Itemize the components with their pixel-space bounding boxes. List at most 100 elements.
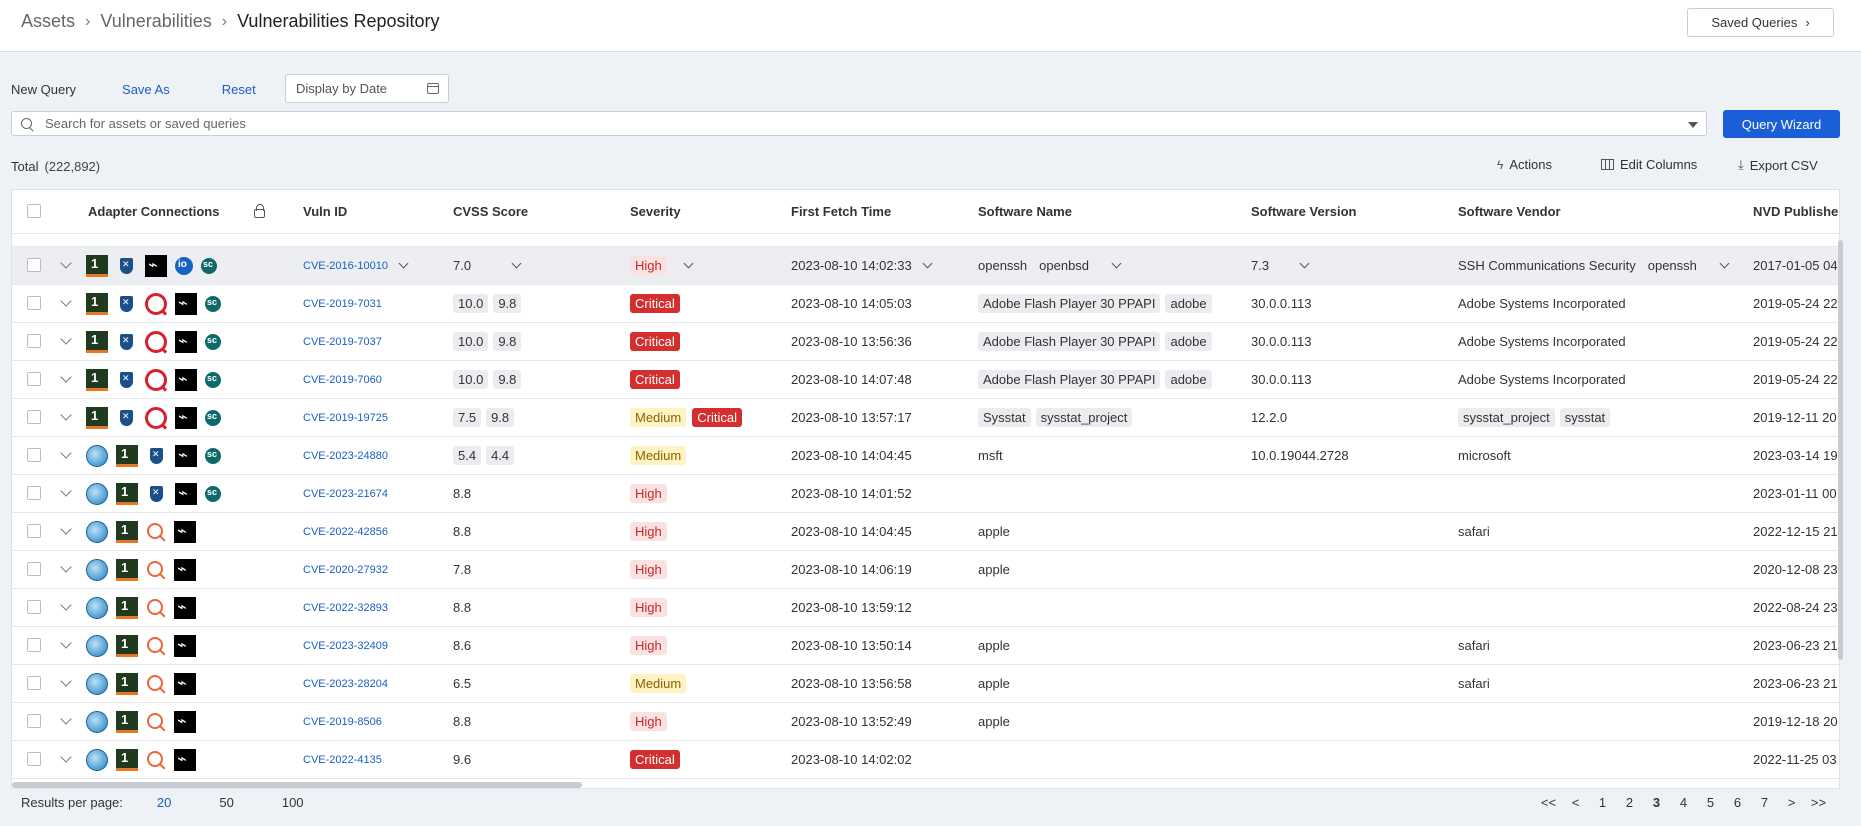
column-header-first-fetch-time[interactable]: First Fetch Time <box>791 204 891 219</box>
breadcrumb-vulnerabilities[interactable]: Vulnerabilities <box>100 11 211 32</box>
horizontal-scrollbar[interactable] <box>12 782 582 788</box>
vuln-id-link[interactable]: CVE-2023-28204 <box>303 678 388 690</box>
column-header-nvd-published[interactable]: NVD Publishe <box>1753 204 1838 219</box>
vuln-id-link[interactable]: CVE-2022-42856 <box>303 526 388 538</box>
edit-columns-button[interactable]: Edit Columns <box>1601 157 1697 172</box>
table-row[interactable]: globe-icon hdr-icon search-adapter-icon bla… <box>12 551 1839 589</box>
pager-item[interactable]: < <box>1562 795 1589 810</box>
expand-row-icon[interactable] <box>60 409 72 421</box>
table-row[interactable]: globe-icon hdr-icon search-adapter-icon bla… <box>12 741 1839 779</box>
column-header-cvss-score[interactable]: CVSS Score <box>453 204 528 219</box>
chevron-down-icon[interactable] <box>1299 258 1310 269</box>
column-header-vuln-id[interactable]: Vuln ID <box>303 204 347 219</box>
table-row[interactable]: hdr-icon shield-icon qualys-icon black-adap… <box>12 399 1839 437</box>
row-checkbox[interactable] <box>27 486 41 500</box>
chevron-down-icon[interactable] <box>922 258 933 269</box>
row-checkbox[interactable] <box>27 448 41 462</box>
column-header-software-version[interactable]: Software Version <box>1251 204 1356 219</box>
new-query-button[interactable]: New Query <box>11 82 76 97</box>
row-checkbox[interactable] <box>27 524 41 538</box>
table-row[interactable]: globe-icon hdr-icon search-adapter-icon bla… <box>12 589 1839 627</box>
row-checkbox[interactable] <box>27 410 41 424</box>
expand-row-icon[interactable] <box>60 599 72 611</box>
expand-row-icon[interactable] <box>60 447 72 459</box>
row-checkbox[interactable] <box>27 638 41 652</box>
row-checkbox[interactable] <box>27 258 41 272</box>
row-checkbox[interactable] <box>27 334 41 348</box>
row-checkbox[interactable] <box>27 714 41 728</box>
vuln-id-link[interactable]: CVE-2016-10010 <box>303 260 388 272</box>
vuln-id-link[interactable]: CVE-2019-8506 <box>303 716 382 728</box>
export-csv-button[interactable]: ⤓ Export CSV <box>1738 157 1818 173</box>
row-checkbox[interactable] <box>27 752 41 766</box>
column-header-adapter-connections[interactable]: Adapter Connections <box>88 204 219 219</box>
vuln-id-link[interactable]: CVE-2022-4135 <box>303 754 382 766</box>
row-checkbox[interactable] <box>27 296 41 310</box>
table-row[interactable]: globe-icon hdr-icon shield-icon black-adapt… <box>12 437 1839 475</box>
table-row[interactable]: globe-icon hdr-icon search-adapter-icon bla… <box>12 703 1839 741</box>
chevron-down-icon[interactable] <box>398 258 409 269</box>
expand-row-icon[interactable] <box>60 371 72 383</box>
expand-row-icon[interactable] <box>60 295 72 307</box>
select-all-checkbox[interactable] <box>27 204 41 218</box>
expand-row-icon[interactable] <box>60 561 72 573</box>
row-checkbox[interactable] <box>27 600 41 614</box>
saved-queries-button[interactable]: Saved Queries › <box>1687 8 1834 37</box>
expand-row-icon[interactable] <box>60 333 72 345</box>
pager-item[interactable]: << <box>1535 795 1562 810</box>
chevron-down-icon[interactable] <box>683 258 694 269</box>
vuln-id-link[interactable]: CVE-2022-32893 <box>303 602 388 614</box>
save-as-button[interactable]: Save As <box>122 82 170 97</box>
row-checkbox[interactable] <box>27 372 41 386</box>
vuln-id-link[interactable]: CVE-2023-21674 <box>303 488 388 500</box>
table-row[interactable]: hdr-icon shield-icon qualys-icon black-adap… <box>12 361 1839 399</box>
vuln-id-link[interactable]: CVE-2019-7037 <box>303 336 382 348</box>
table-row[interactable]: globe-icon hdr-icon search-adapter-icon bla… <box>12 627 1839 665</box>
expand-row-icon[interactable] <box>60 751 72 763</box>
column-header-software-name[interactable]: Software Name <box>978 204 1072 219</box>
table-row[interactable]: hdr-icon shield-icon black-adapter-icon io-… <box>12 247 1839 285</box>
vuln-id-link[interactable]: CVE-2020-27932 <box>303 564 388 576</box>
table-row[interactable]: hdr-icon shield-icon qualys-icon black-adap… <box>12 285 1839 323</box>
pager-item[interactable]: 5 <box>1697 795 1724 810</box>
column-header-software-vendor[interactable]: Software Vendor <box>1458 204 1561 219</box>
pager-item[interactable]: 7 <box>1751 795 1778 810</box>
chevron-down-icon[interactable] <box>1719 258 1730 269</box>
pager-item[interactable]: 4 <box>1670 795 1697 810</box>
table-row[interactable]: hdr-icon shield-icon qualys-icon black-adap… <box>12 323 1839 361</box>
pager-item[interactable]: > <box>1778 795 1805 810</box>
actions-button[interactable]: ϟ Actions <box>1497 157 1552 172</box>
expand-row-icon[interactable] <box>60 523 72 535</box>
date-picker[interactable]: Display by Date <box>285 74 449 103</box>
table-row[interactable]: globe-icon hdr-icon search-adapter-icon bla… <box>12 513 1839 551</box>
expand-row-icon[interactable] <box>60 257 72 269</box>
search-input[interactable] <box>45 116 1645 131</box>
table-row[interactable]: globe-icon hdr-icon shield-icon black-adapt… <box>12 475 1839 513</box>
pager-item[interactable]: 2 <box>1616 795 1643 810</box>
expand-row-icon[interactable] <box>60 675 72 687</box>
pager-item[interactable]: >> <box>1805 795 1832 810</box>
chevron-down-icon[interactable] <box>511 258 522 269</box>
expand-row-icon[interactable] <box>60 713 72 725</box>
vuln-id-link[interactable]: CVE-2023-32409 <box>303 640 388 652</box>
pager-item[interactable]: 1 <box>1589 795 1616 810</box>
page-size-50[interactable]: 50 <box>219 795 233 810</box>
lock-icon[interactable] <box>254 204 265 218</box>
reset-button[interactable]: Reset <box>222 82 256 97</box>
page-size-100[interactable]: 100 <box>282 795 304 810</box>
vuln-id-link[interactable]: CVE-2019-19725 <box>303 412 388 424</box>
vertical-scrollbar[interactable] <box>1838 240 1843 660</box>
vuln-id-link[interactable]: CVE-2023-24880 <box>303 450 388 462</box>
pager-item[interactable]: 6 <box>1724 795 1751 810</box>
chevron-down-icon[interactable] <box>1111 258 1122 269</box>
vuln-id-link[interactable]: CVE-2019-7031 <box>303 298 382 310</box>
breadcrumb-assets[interactable]: Assets <box>21 11 75 32</box>
column-header-severity[interactable]: Severity <box>630 204 681 219</box>
row-checkbox[interactable] <box>27 676 41 690</box>
page-size-20[interactable]: 20 <box>157 795 171 810</box>
pager-item[interactable]: 3 <box>1643 795 1670 810</box>
caret-down-icon[interactable] <box>1688 122 1698 128</box>
row-checkbox[interactable] <box>27 562 41 576</box>
table-row[interactable]: globe-icon hdr-icon search-adapter-icon bla… <box>12 665 1839 703</box>
expand-row-icon[interactable] <box>60 637 72 649</box>
